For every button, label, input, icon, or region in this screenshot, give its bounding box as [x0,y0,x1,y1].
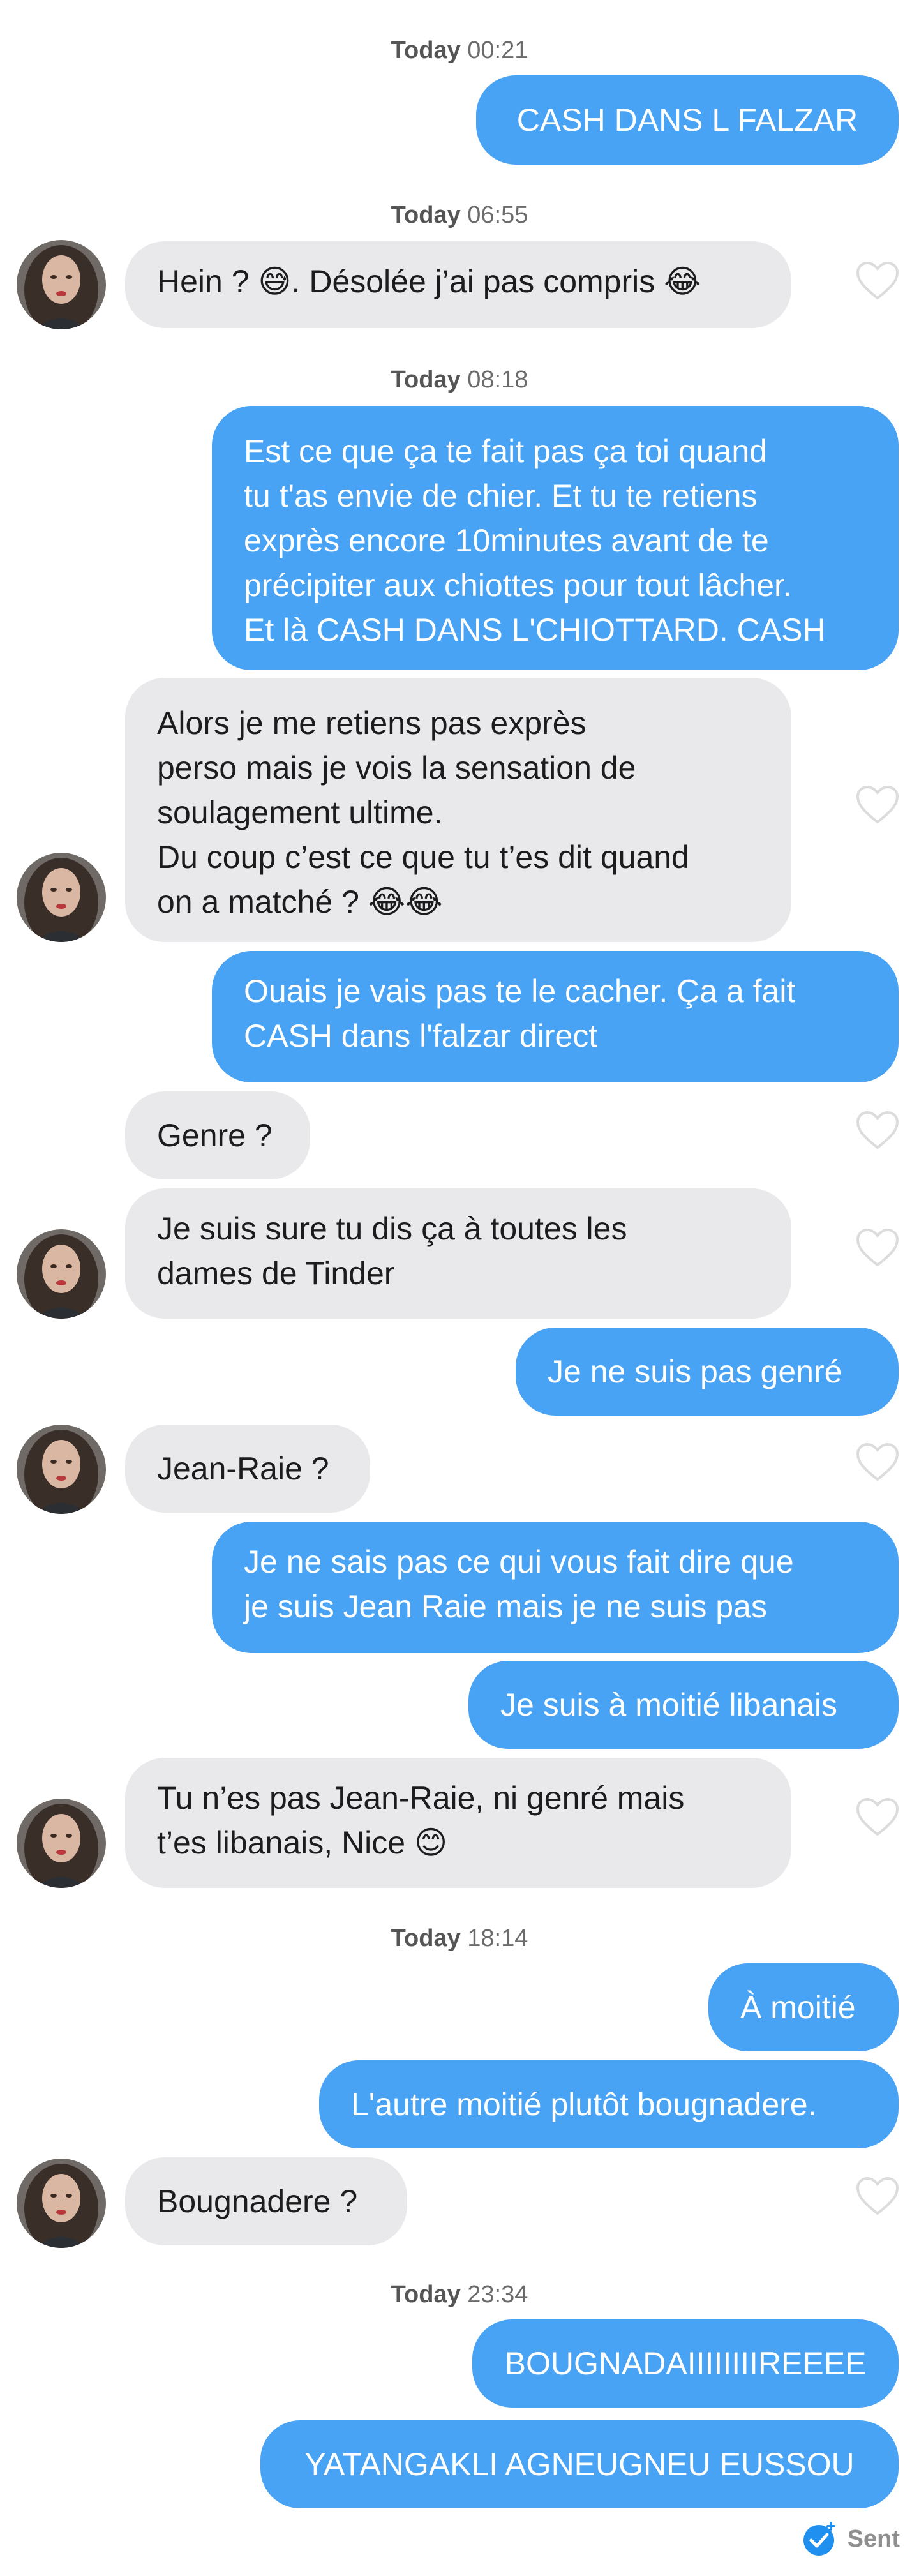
outgoing-message[interactable]: YATANGAKLI AGNEUGNEU EUSSOU [260,2420,899,2508]
heart-outline-icon[interactable] [855,785,900,825]
outgoing-message[interactable]: À moitié [708,1963,899,2051]
incoming-message[interactable]: Je suis sure tu dis ça à toutes les dame… [125,1188,791,1319]
outgoing-message[interactable]: Je ne suis pas genré [516,1328,899,1416]
heart-outline-icon[interactable] [855,2176,900,2216]
outgoing-message[interactable]: CASH DANS L FALZAR [476,75,899,165]
incoming-message[interactable]: Alors je me retiens pas exprès perso mai… [125,678,791,942]
heart-outline-icon[interactable] [855,1442,900,1482]
avatar-photo [17,1425,106,1514]
avatar-photo [17,1229,106,1319]
sent-status: Sent [802,2520,900,2558]
heart-outline-icon[interactable] [855,1111,900,1150]
timestamp: Today 23:34 [391,2281,528,2308]
chat-thread: Today 00:21 Today 06:55 Today 08:18 Toda… [0,0,919,2576]
timestamp: Today 18:14 [391,1925,528,1952]
outgoing-message[interactable]: Est ce que ça te fait pas ça toi quand t… [212,406,899,670]
incoming-message[interactable]: Tu n’es pas Jean-Raie, ni genré mais t’e… [125,1758,791,1888]
heart-outline-icon[interactable] [855,261,900,301]
sent-label: Sent [847,2525,900,2552]
match-avatar[interactable] [17,1799,106,1888]
outgoing-message[interactable]: L'autre moitié plutôt bougnadere. [319,2060,899,2148]
incoming-message[interactable]: Bougnadere ? [125,2157,407,2245]
outgoing-message[interactable]: BOUGNADAIIIIIIIIREEEE [472,2319,899,2408]
incoming-message[interactable]: Hein ? 😅. Désolée j’ai pas compris 😂 [125,241,791,328]
match-avatar[interactable] [17,1229,106,1319]
avatar-photo [17,1799,106,1888]
incoming-message[interactable]: Genre ? [125,1091,310,1179]
timestamp: Today 06:55 [391,202,528,228]
double-check-icon [803,2522,835,2556]
outgoing-message[interactable]: Je suis à moitié libanais [468,1661,899,1749]
avatar-photo [17,853,106,942]
match-avatar[interactable] [17,1425,106,1514]
timestamp: Today 08:18 [391,366,528,393]
heart-outline-icon[interactable] [855,1228,900,1268]
timestamp: Today 00:21 [391,37,528,64]
match-avatar[interactable] [17,853,106,942]
incoming-message[interactable]: Jean-Raie ? [125,1425,370,1513]
outgoing-message[interactable]: Ouais je vais pas te le cacher. Ça a fai… [212,951,899,1082]
outgoing-message[interactable]: Je ne sais pas ce qui vous fait dire que… [212,1522,899,1653]
match-avatar[interactable] [17,2159,106,2248]
avatar-photo [17,2159,106,2248]
avatar-photo [17,240,106,329]
match-avatar[interactable] [17,240,106,329]
heart-outline-icon[interactable] [855,1797,900,1837]
